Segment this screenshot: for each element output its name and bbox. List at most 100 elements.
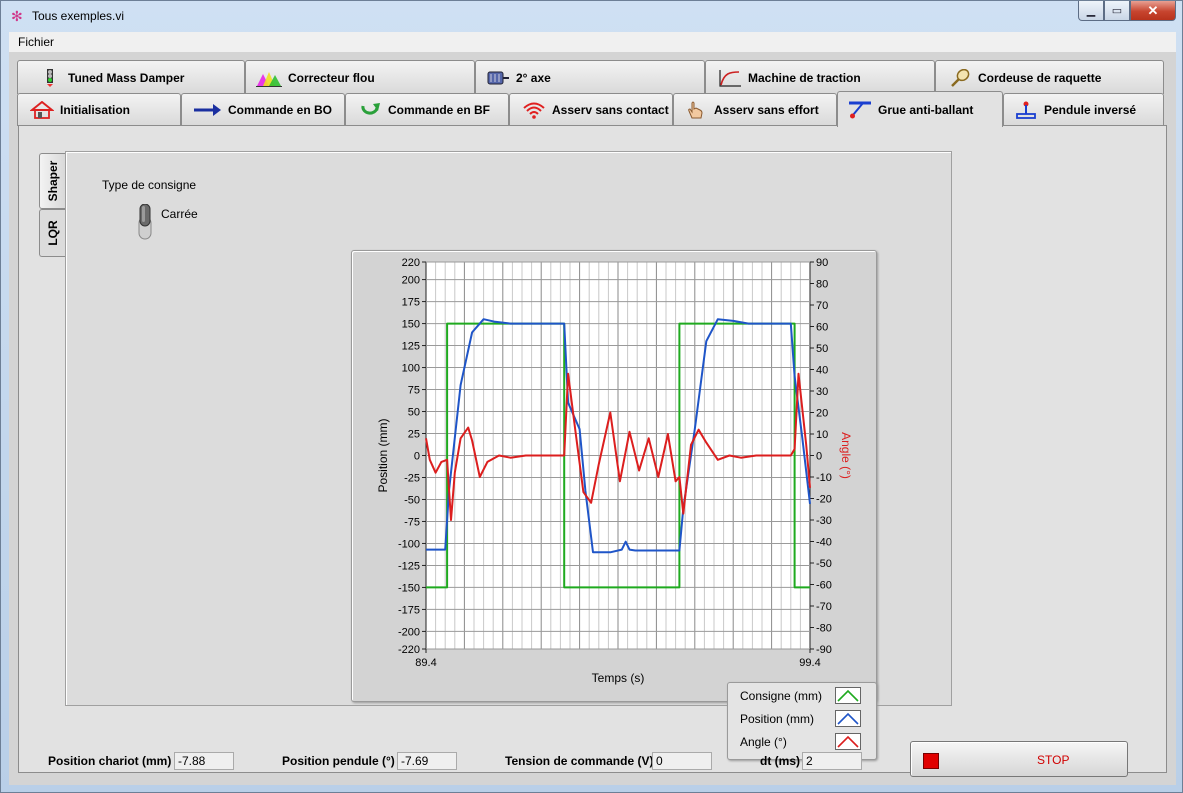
traffic-light-icon [38, 68, 62, 87]
tab-pendule-inverse[interactable]: Pendule inversé [1003, 93, 1164, 126]
legend-label-consigne: Consigne (mm) [740, 689, 823, 703]
tab-label: Commande en BF [388, 103, 491, 117]
menu-fichier[interactable]: Fichier [18, 35, 54, 49]
stop-button[interactable]: STOP [910, 741, 1128, 777]
y-right-tick-label: 40 [816, 365, 828, 377]
tab-label: Asserv sans contact [552, 103, 669, 117]
side-tab-label: Shaper [45, 160, 60, 202]
side-tab-label: LQR [45, 220, 60, 246]
y-tick-label: -100 [398, 538, 420, 550]
tab-label: Tuned Mass Damper [68, 70, 185, 85]
tab-commande-en-bf[interactable]: Commande en BF [345, 93, 509, 126]
tab-label: Grue anti-ballant [878, 102, 974, 117]
minimize-icon: ▁ [1086, 5, 1096, 17]
y-right-tick-label: -50 [816, 558, 832, 570]
y-tick-label: 200 [402, 275, 420, 287]
y-tick-label: -25 [404, 472, 420, 484]
tab-initialisation[interactable]: Initialisation [17, 93, 181, 126]
x-tick-label: 99.4 [799, 657, 820, 669]
chariot-position-label: Position chariot (mm) [48, 754, 172, 768]
tab-label: Machine de traction [748, 70, 861, 85]
y-tick-label: -125 [398, 560, 420, 572]
y-tick-label: 0 [414, 451, 420, 463]
legend-label-position: Position (mm) [740, 712, 815, 726]
pendulum-position-indicator: -7.69 [397, 752, 457, 770]
fuzzy-triangles-icon [256, 69, 282, 87]
tab-machine-de-traction[interactable]: Machine de traction [705, 60, 935, 94]
consigne-toggle-switch[interactable] [137, 203, 152, 240]
y-right-axis-label: Angle (°) [839, 432, 853, 479]
y-tick-label: -200 [398, 626, 420, 638]
tab-asserv-sans-effort[interactable]: Asserv sans effort [673, 93, 837, 126]
legend-swatch-position[interactable] [835, 710, 861, 727]
y-right-tick-label: -10 [816, 472, 832, 484]
y-right-tick-label: -70 [816, 601, 832, 613]
tab-label: Cordeuse de raquette [978, 70, 1102, 85]
minimize-button[interactable]: ▁ [1078, 1, 1104, 21]
legend-swatch-angle[interactable] [835, 733, 861, 750]
stop-button-label: STOP [1037, 753, 1070, 767]
home-icon [29, 100, 55, 119]
tab-grue-anti-ballant[interactable]: Grue anti-ballant [837, 91, 1003, 127]
pendulum-position-label: Position pendule (°) [282, 754, 395, 768]
window-title: Tous exemples.vi [32, 9, 125, 23]
command-voltage-label: Tension de commande (V) [505, 754, 654, 768]
tab-label: Correcteur flou [288, 70, 375, 85]
window-controls: ▁ ▭ ✕ [1078, 1, 1176, 21]
x-tick-label: 89.4 [415, 657, 436, 669]
crane-icon [848, 101, 872, 119]
y-right-tick-label: -30 [816, 515, 832, 527]
y-right-tick-label: 80 [816, 279, 828, 291]
y-right-tick-label: 20 [816, 408, 828, 420]
tab-tuned-mass-damper[interactable]: Tuned Mass Damper [17, 60, 245, 94]
y-axis-label: Position (mm) [376, 418, 390, 492]
dt-indicator: 2 [802, 752, 862, 770]
y-right-tick-label: -90 [816, 644, 832, 656]
tab-label: Initialisation [60, 103, 131, 117]
tab-commande-en-bo[interactable]: Commande en BO [181, 93, 345, 126]
tab-2-axe[interactable]: 2° axe [475, 60, 705, 94]
close-icon: ✕ [1147, 2, 1159, 18]
application-window: ✻ Tous exemples.vi ▁ ▭ ✕ Fichier Tuned M… [0, 0, 1183, 793]
y-tick-label: -150 [398, 582, 420, 594]
maximize-button[interactable]: ▭ [1104, 1, 1130, 21]
stop-led-icon [923, 753, 939, 769]
y-tick-label: 125 [402, 341, 420, 353]
y-right-tick-label: 30 [816, 386, 828, 398]
front-panel: Tuned Mass Damper Correcteur flou 2° axe… [9, 52, 1176, 785]
y-tick-label: 75 [408, 385, 420, 397]
chariot-position-indicator: -7.88 [174, 752, 234, 770]
y-right-tick-label: -20 [816, 494, 832, 506]
chart-legend: Consigne (mm) Position (mm) Angle (°) [727, 682, 877, 760]
y-right-tick-label: -40 [816, 537, 832, 549]
tab-correcteur-flou[interactable]: Correcteur flou [245, 60, 475, 94]
y-tick-label: -50 [404, 494, 420, 506]
waveform-chart[interactable]: 220 200 175 150 125 100 75 50 25 0 -25 -50 -75 -100 -1… [351, 250, 877, 702]
y-tick-label: 175 [402, 297, 420, 309]
y-tick-label: 150 [402, 319, 420, 331]
hand-icon [684, 101, 708, 119]
command-voltage-indicator: 0 [652, 752, 712, 770]
tab-panel-grue-anti-ballant: Shaper LQR Type de consigne Carrée 220 20… [18, 125, 1167, 773]
x-axis-label: Temps (s) [592, 671, 645, 685]
y-tick-label: -220 [398, 644, 420, 656]
arrow-right-icon [192, 101, 222, 119]
legend-swatch-consigne[interactable] [835, 687, 861, 704]
app-icon: ✻ [11, 8, 23, 24]
y-tick-label: -75 [404, 516, 420, 528]
side-tab-lqr[interactable]: LQR [39, 209, 65, 257]
tab-label: Asserv sans effort [714, 103, 819, 117]
dt-label: dt (ms) [760, 754, 800, 768]
y-right-tick-label: 70 [816, 300, 828, 312]
y-right-tick-label: 10 [816, 429, 828, 441]
tab-asserv-sans-contact[interactable]: Asserv sans contact [509, 93, 673, 126]
tab-cordeuse-de-raquette[interactable]: Cordeuse de raquette [935, 60, 1164, 94]
maximize-icon: ▭ [1111, 5, 1123, 17]
loop-arrow-icon [358, 101, 382, 119]
tab-label: 2° axe [516, 70, 551, 85]
tab-label: Commande en BO [228, 103, 333, 117]
side-tab-shaper[interactable]: Shaper [39, 153, 65, 209]
title-bar: ✻ Tous exemples.vi ▁ ▭ ✕ [1, 1, 1182, 31]
close-button[interactable]: ✕ [1130, 1, 1176, 21]
y-tick-label: 25 [408, 429, 420, 441]
